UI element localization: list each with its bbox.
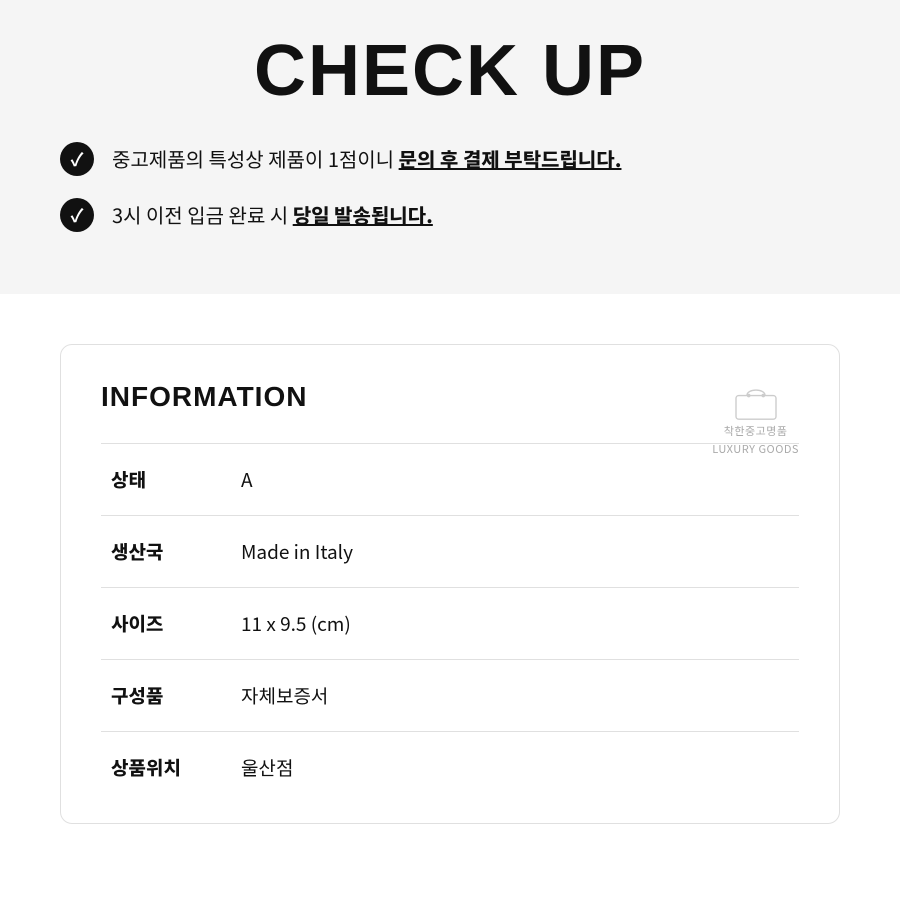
checklist-item-1: 중고제품의 특성상 제품이 1점이니 문의 후 결제 부탁드립니다. [60, 142, 840, 176]
brand-logo-sub-text: LUXURY GOODS [712, 441, 799, 457]
info-label-3: 구성품 [101, 660, 231, 732]
info-table-row: 생산국Made in Italy [101, 516, 799, 588]
checklist-highlight-1: 문의 후 결제 부탁드립니다. [399, 144, 622, 173]
page-title: CHECK UP [60, 20, 840, 142]
brand-logo: 착한중고명품 LUXURY GOODS [712, 381, 799, 457]
info-value-4: 울산점 [231, 732, 799, 804]
checklist-item-2: 3시 이전 입금 완료 시 당일 발송됩니다. [60, 198, 840, 232]
info-value-2: 11 x 9.5 (cm) [231, 588, 799, 660]
info-value-1: Made in Italy [231, 516, 799, 588]
checklist-text-1: 중고제품의 특성상 제품이 1점이니 문의 후 결제 부탁드립니다. [112, 144, 621, 174]
info-value-3: 자체보증서 [231, 660, 799, 732]
info-card: INFORMATION 착한중고명품 LUXURY GOODS 상태A생산국Ma… [60, 344, 840, 824]
info-table-row: 상품위치울산점 [101, 732, 799, 804]
checklist-highlight-2: 당일 발송됩니다. [293, 200, 433, 229]
info-table-row: 상태A [101, 444, 799, 516]
info-label-2: 사이즈 [101, 588, 231, 660]
checklist: 중고제품의 특성상 제품이 1점이니 문의 후 결제 부탁드립니다. 3시 이전… [60, 142, 840, 232]
info-label-1: 생산국 [101, 516, 231, 588]
check-icon-2 [60, 198, 94, 232]
info-table-row: 구성품자체보증서 [101, 660, 799, 732]
info-title: INFORMATION [101, 381, 799, 413]
brand-logo-icon [730, 381, 782, 421]
info-label-4: 상품위치 [101, 732, 231, 804]
info-label-0: 상태 [101, 444, 231, 516]
information-section: INFORMATION 착한중고명품 LUXURY GOODS 상태A생산국Ma… [0, 294, 900, 864]
brand-logo-main-text: 착한중고명품 [724, 423, 788, 439]
info-table: 상태A생산국Made in Italy사이즈11 x 9.5 (cm)구성품자체… [101, 443, 799, 803]
header-section: CHECK UP 중고제품의 특성상 제품이 1점이니 문의 후 결제 부탁드립… [0, 0, 900, 294]
check-icon-1 [60, 142, 94, 176]
info-table-row: 사이즈11 x 9.5 (cm) [101, 588, 799, 660]
checklist-text-2: 3시 이전 입금 완료 시 당일 발송됩니다. [112, 200, 433, 230]
